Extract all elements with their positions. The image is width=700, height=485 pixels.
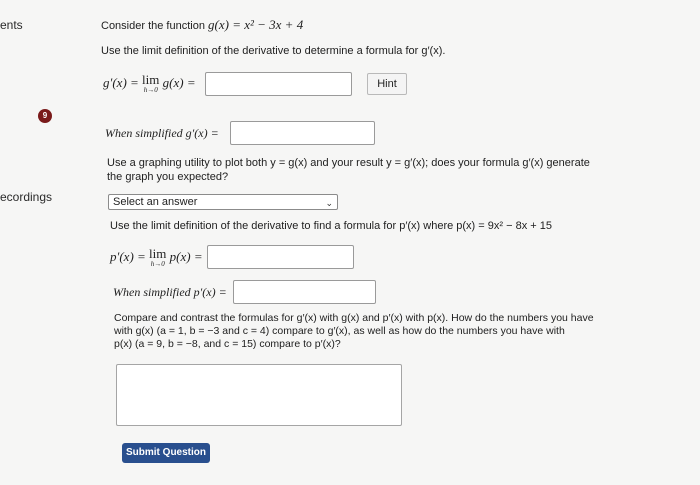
g-definition: g(x) = x² − 3x + 4 xyxy=(208,17,304,32)
limit-g-answer-input[interactable] xyxy=(205,72,352,96)
intro-line: Consider the function g(x) = x² − 3x + 4 xyxy=(101,17,303,33)
part2-instruction: Use the limit definition of the derivati… xyxy=(110,220,552,232)
graph-question-line2: the graph you expected? xyxy=(107,171,229,183)
chevron-down-icon: ⌄ xyxy=(325,198,333,208)
answer-select-value: Select an answer xyxy=(113,196,198,208)
limit-p-lhs: p′(x) = xyxy=(110,249,146,264)
submit-question-button[interactable]: Submit Question xyxy=(122,443,210,463)
graph-question: Use a graphing utility to plot both y = … xyxy=(107,156,687,184)
answer-select[interactable]: Select an answer ⌄ xyxy=(108,194,338,210)
compare-line3: p(x) (a = 9, b = −8, and c = 15) compare… xyxy=(114,338,341,350)
compare-line2: with g(x) (a = 1, b = −3 and c = 4) comp… xyxy=(114,325,565,337)
compare-question: Compare and contrast the formulas for g′… xyxy=(114,312,694,351)
part1-instruction: Use the limit definition of the derivati… xyxy=(101,45,446,57)
compare-line1: Compare and contrast the formulas for g′… xyxy=(114,312,594,324)
hint-button[interactable]: Hint xyxy=(367,73,407,95)
limit-operator: lim h→0 xyxy=(149,246,167,268)
limit-operator: lim h→0 xyxy=(142,72,160,94)
limit-g-lhs: g′(x) = xyxy=(103,75,139,90)
simplified-p-input[interactable] xyxy=(233,280,376,304)
limit-p-answer-input[interactable] xyxy=(207,245,354,269)
answer-textarea[interactable] xyxy=(116,364,402,426)
limit-p-func: p(x) = xyxy=(169,249,203,264)
graph-question-line1: Use a graphing utility to plot both y = … xyxy=(107,157,590,169)
limit-g-func: g(x) = xyxy=(162,75,196,90)
limit-g-expression: g′(x) = lim h→0 g(x) = xyxy=(103,72,196,95)
simplified-g-label: When simplified g′(x) = xyxy=(105,126,219,140)
question-number-badge: 9 xyxy=(38,109,52,123)
limit-p-expression: p′(x) = lim h→0 p(x) = xyxy=(110,246,203,269)
simplified-p-label: When simplified p′(x) = xyxy=(113,285,227,299)
simplified-g-input[interactable] xyxy=(230,121,375,145)
sidebar-item-recordings[interactable]: ecordings xyxy=(0,190,52,204)
sidebar-item-contents[interactable]: ents xyxy=(0,18,23,32)
intro-text: Consider the function xyxy=(101,20,205,32)
